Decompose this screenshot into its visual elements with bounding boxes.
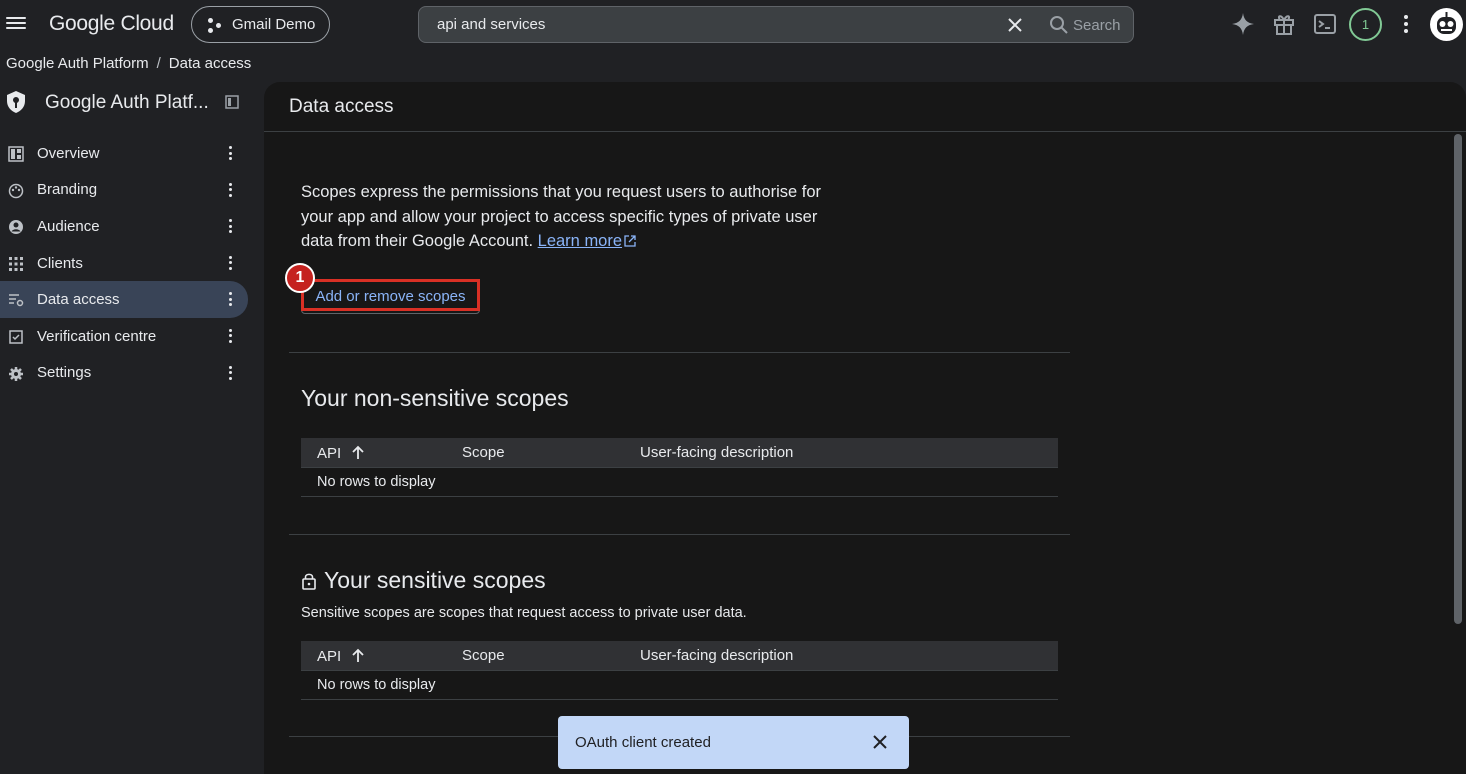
robot-avatar-icon bbox=[1430, 8, 1463, 41]
sidebar-item-branding[interactable]: Branding bbox=[0, 172, 248, 209]
table-header: API Scope User-facing description bbox=[301, 641, 1058, 671]
sidebar-item-label: Clients bbox=[37, 254, 83, 272]
palette-icon bbox=[8, 183, 24, 198]
search-input[interactable] bbox=[437, 16, 997, 33]
project-picker-button[interactable]: Gmail Demo bbox=[191, 6, 330, 43]
account-circle-icon bbox=[9, 220, 23, 235]
snackbar-message: OAuth client created bbox=[575, 734, 711, 751]
search-icon bbox=[1050, 16, 1068, 34]
sidebar-nav: Overview Branding Audience Clients Data … bbox=[0, 135, 264, 391]
sensitive-scopes-table: API Scope User-facing description No row… bbox=[301, 641, 1058, 700]
breadcrumb-separator: / bbox=[156, 55, 161, 72]
non-sensitive-scopes-title: Your non-sensitive scopes bbox=[301, 385, 569, 411]
main-header: Data access bbox=[264, 82, 1466, 132]
avatar[interactable] bbox=[1430, 8, 1463, 41]
gear-icon bbox=[9, 366, 23, 381]
sensitive-scopes-subtitle: Sensitive scopes are scopes that request… bbox=[301, 605, 747, 621]
sidebar-header: Google Auth Platf... bbox=[6, 90, 250, 118]
column-header-label: Scope bbox=[462, 444, 505, 461]
google-cloud-logo[interactable]: Google Cloud bbox=[49, 12, 174, 36]
terminal-icon[interactable] bbox=[1313, 12, 1337, 36]
sidebar-item-label: Overview bbox=[37, 144, 100, 162]
checkbox-icon bbox=[9, 330, 23, 344]
sidebar-item-settings[interactable]: Settings bbox=[0, 355, 248, 392]
column-header-api[interactable]: API bbox=[317, 444, 367, 462]
close-icon[interactable] bbox=[1005, 15, 1025, 35]
column-header-label: Scope bbox=[462, 647, 505, 664]
table-empty-row: No rows to display bbox=[301, 671, 1058, 700]
scrollbar[interactable] bbox=[1452, 132, 1466, 774]
more-vert-icon[interactable] bbox=[229, 146, 233, 160]
sidebar-item-label: Audience bbox=[37, 217, 100, 235]
arrow-up-icon bbox=[352, 445, 364, 459]
main-panel: Data access Scopes express the permissio… bbox=[264, 82, 1466, 774]
column-header-label: User-facing description bbox=[640, 444, 794, 461]
breadcrumb-item-auth-platform[interactable]: Google Auth Platform bbox=[6, 55, 149, 72]
menu-icon[interactable] bbox=[6, 14, 26, 34]
annotation-marker: 1 bbox=[285, 263, 315, 293]
intro-text: Scopes express the permissions that you … bbox=[301, 180, 831, 254]
learn-more-label: Learn more bbox=[537, 232, 623, 250]
sidebar-item-overview[interactable]: Overview bbox=[0, 135, 248, 172]
external-link-icon bbox=[624, 235, 636, 247]
sidebar-item-label: Verification centre bbox=[37, 327, 157, 345]
column-header-label: API bbox=[317, 444, 342, 462]
lock-icon bbox=[302, 573, 316, 590]
column-header-description[interactable]: User-facing description bbox=[640, 647, 793, 664]
page-title: Data access bbox=[289, 96, 394, 117]
annotation-highlight bbox=[301, 279, 480, 311]
sensitive-scopes-title-row: Your sensitive scopes bbox=[301, 567, 546, 594]
scrollbar-thumb[interactable] bbox=[1454, 134, 1462, 624]
sidebar-item-label: Data access bbox=[37, 291, 120, 309]
divider bbox=[289, 534, 1070, 535]
project-name: Gmail Demo bbox=[232, 16, 316, 33]
top-bar: Google Cloud Gmail Demo Search 1 bbox=[0, 0, 1466, 50]
search-bar[interactable]: Search bbox=[418, 6, 1134, 43]
more-vert-icon[interactable] bbox=[229, 365, 233, 380]
more-vert-icon[interactable] bbox=[229, 219, 233, 234]
project-icon bbox=[206, 16, 224, 34]
column-header-scope[interactable]: Scope bbox=[462, 647, 505, 664]
column-header-label: User-facing description bbox=[640, 647, 794, 664]
column-header-label: API bbox=[317, 647, 342, 665]
more-vert-icon[interactable] bbox=[229, 292, 233, 307]
snackbar: OAuth client created bbox=[558, 716, 909, 769]
breadcrumb-item-data-access: Data access bbox=[168, 55, 252, 72]
sidebar-title: Google Auth Platf... bbox=[45, 92, 209, 113]
column-header-scope[interactable]: Scope bbox=[462, 444, 505, 461]
sidebar-item-label: Branding bbox=[37, 181, 98, 199]
notification-badge[interactable]: 1 bbox=[1349, 8, 1382, 41]
sensitive-scopes-title: Your sensitive scopes bbox=[324, 567, 546, 593]
divider bbox=[289, 352, 1070, 353]
more-vert-icon[interactable] bbox=[229, 182, 233, 197]
sidebar-item-data-access[interactable]: Data access bbox=[0, 281, 248, 318]
sidebar-item-label: Settings bbox=[37, 364, 92, 382]
data-settings-icon bbox=[9, 294, 24, 307]
dashboard-icon bbox=[8, 146, 24, 162]
non-sensitive-scopes-table: API Scope User-facing description No row… bbox=[301, 438, 1058, 497]
sidebar-item-audience[interactable]: Audience bbox=[0, 208, 248, 245]
collapse-sidebar-icon[interactable] bbox=[225, 95, 239, 109]
close-icon[interactable] bbox=[871, 733, 889, 751]
more-vert-icon[interactable] bbox=[1394, 12, 1418, 36]
sidebar-item-clients[interactable]: Clients bbox=[0, 245, 248, 282]
sidebar-item-verification-centre[interactable]: Verification centre bbox=[0, 318, 248, 355]
more-vert-icon[interactable] bbox=[229, 255, 233, 270]
learn-more-link[interactable]: Learn more bbox=[538, 232, 622, 250]
column-header-api[interactable]: API bbox=[317, 647, 367, 665]
sparkle-icon[interactable] bbox=[1231, 12, 1255, 36]
more-vert-icon[interactable] bbox=[229, 328, 233, 343]
gift-icon[interactable] bbox=[1272, 12, 1296, 36]
breadcrumb: Google Auth Platform / Data access bbox=[6, 55, 251, 72]
search-button[interactable]: Search bbox=[1049, 13, 1121, 37]
table-empty-row: No rows to display bbox=[301, 468, 1058, 497]
search-label: Search bbox=[1073, 16, 1121, 34]
apps-grid-icon bbox=[9, 256, 23, 271]
arrow-up-icon bbox=[352, 648, 364, 662]
shield-icon bbox=[7, 91, 25, 113]
table-header: API Scope User-facing description bbox=[301, 438, 1058, 468]
column-header-description[interactable]: User-facing description bbox=[640, 444, 793, 461]
